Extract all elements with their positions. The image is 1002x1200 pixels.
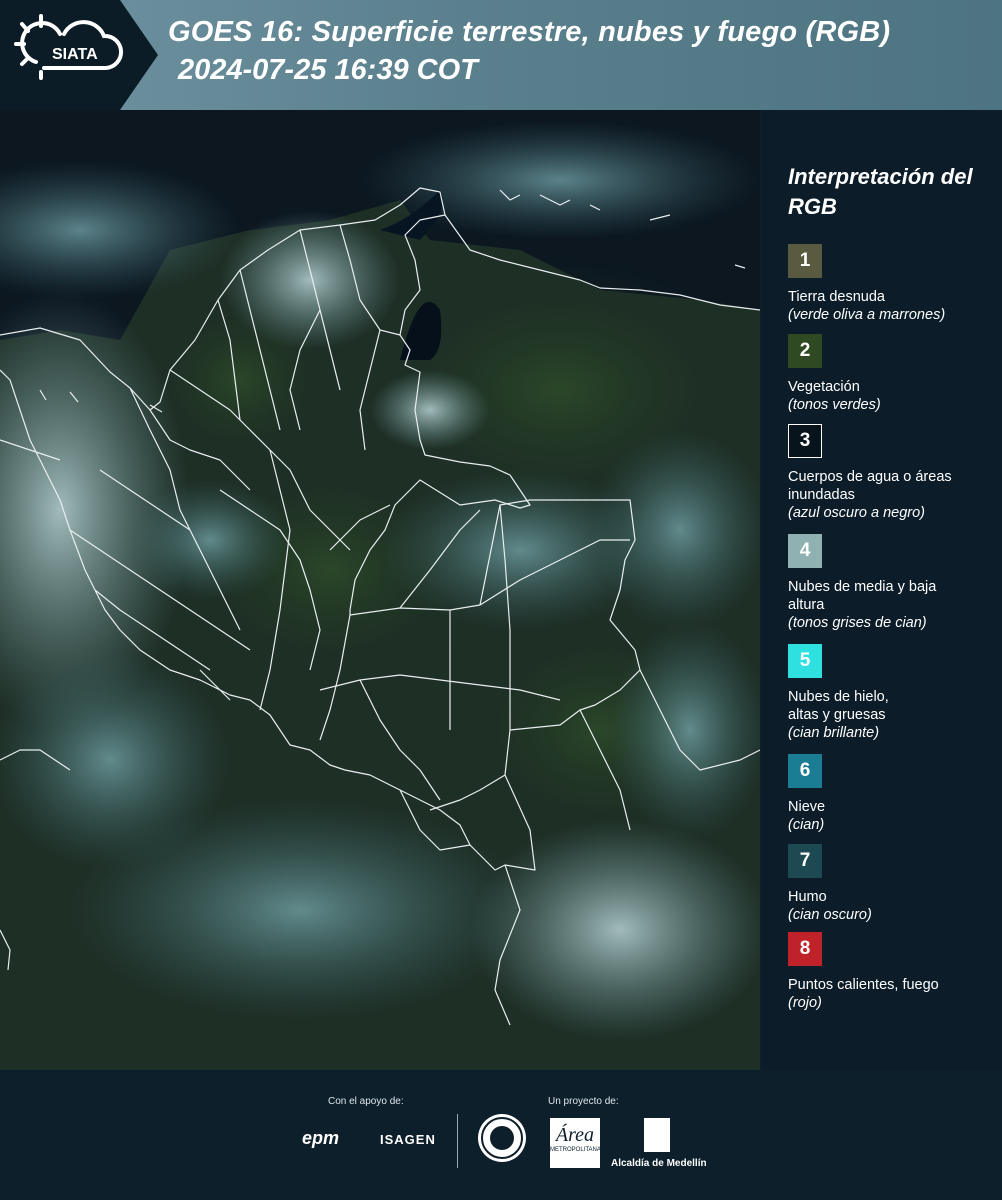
satellite-map[interactable] — [0, 110, 760, 1070]
legend-swatch-1: 1 — [788, 244, 822, 278]
legend-item-ice-clouds: 5 Nubes de hielo, altas y gruesas (cian … — [788, 644, 998, 742]
support-label: Con el apoyo de: — [328, 1096, 404, 1107]
area-metropolitana-logo: Área METROPOLITANA — [550, 1118, 601, 1168]
legend-note: (tonos verdes) — [788, 397, 881, 413]
legend-label: Nubes de hielo, altas y gruesas — [788, 689, 889, 723]
legend-label: Humo — [788, 889, 827, 905]
page-timestamp: 2024-07-25 16:39 COT — [178, 54, 478, 86]
legend-swatch-8: 8 — [788, 932, 822, 966]
legend-swatch-4: 4 — [788, 534, 822, 568]
epm-logo: epm — [302, 1128, 340, 1148]
legend-label: Cuerpos de agua o áreas inundadas — [788, 469, 952, 503]
legend-swatch-6: 6 — [788, 754, 822, 788]
isagen-logo: ISAGEN — [380, 1132, 436, 1147]
area-logo-text: Área — [555, 1124, 595, 1146]
page-title: GOES 16: Superficie terrestre, nubes y f… — [168, 16, 891, 48]
legend-swatch-2: 2 — [788, 334, 822, 368]
legend-note: (rojo) — [788, 995, 822, 1011]
logo-text: SIATA — [52, 46, 98, 63]
legend-panel: Interpretación del RGB 1 Tierra desnuda … — [762, 110, 1002, 1070]
legend-note: (azul oscuro a negro) — [788, 505, 926, 521]
project-label: Un proyecto de: — [548, 1096, 619, 1107]
legend-note: (cian oscuro) — [788, 907, 872, 923]
footer-divider — [457, 1114, 458, 1168]
legend-swatch-3: 3 — [788, 424, 822, 458]
legend-note: (cian brillante) — [788, 725, 880, 741]
legend-note: (cian) — [788, 817, 825, 833]
footer: Con el apoyo de: Un proyecto de: epm ISA… — [0, 1070, 1002, 1200]
legend-label: Nubes de media y baja altura — [788, 579, 937, 613]
legend-item-bare-soil: 1 Tierra desnuda (verde oliva a marrones… — [788, 244, 998, 324]
area-logo-subtext: METROPOLITANA — [550, 1147, 601, 1153]
legend-label: Tierra desnuda — [788, 289, 885, 305]
legend-label: Vegetación — [788, 379, 860, 395]
legend-label: Nieve — [788, 799, 826, 815]
satellite-image — [0, 110, 760, 1070]
legend-title: Interpretación del RGB — [788, 164, 973, 219]
legend-note: (verde oliva a marrones) — [788, 307, 946, 323]
legend-item-water: 3 Cuerpos de agua o áreas inundadas (azu… — [788, 424, 998, 522]
legend-swatch-7: 7 — [788, 844, 822, 878]
medellin-coat-of-arms-icon — [644, 1118, 670, 1152]
legend-item-mid-low-clouds: 4 Nubes de media y baja altura (tonos gr… — [788, 534, 998, 632]
legend-item-hotspots: 8 Puntos calientes, fuego (rojo) — [788, 932, 998, 1012]
legend-item-smoke: 7 Humo (cian oscuro) — [788, 844, 998, 924]
legend-note: (tonos grises de cian) — [788, 615, 927, 631]
university-seal-icon — [478, 1114, 526, 1162]
legend-label: Puntos calientes, fuego — [788, 977, 939, 993]
legend-item-snow: 6 Nieve (cian) — [788, 754, 998, 834]
alcaldia-medellin-label: Alcaldía de Medellín — [611, 1158, 707, 1169]
legend-swatch-5: 5 — [788, 644, 822, 678]
legend-item-vegetation: 2 Vegetación (tonos verdes) — [788, 334, 998, 414]
